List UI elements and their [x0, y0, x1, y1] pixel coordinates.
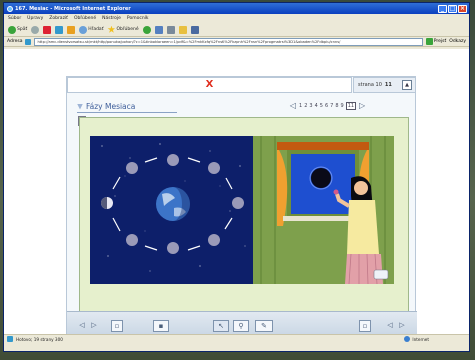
prev-page-icon[interactable]: ◁ [289, 101, 297, 111]
window-title: 167. Mesiac - Microsoft Internet Explore… [15, 5, 131, 12]
search-icon [79, 25, 88, 34]
folder-icon[interactable] [178, 25, 187, 34]
menu-bar: Súbor Úpravy Zobraziť Obľúbené Nástroje … [4, 14, 469, 23]
menu-file[interactable]: Súbor [8, 16, 21, 21]
favorites-label: Obľúbené [116, 27, 139, 32]
frame-corner [78, 116, 86, 126]
girl-window-image [253, 136, 394, 284]
lesson-heading: Fázy Mesiaca [77, 102, 135, 111]
footer-small-button[interactable]: ▫ [111, 320, 123, 332]
status-text: Hotovo; 19 strany 300 [16, 336, 63, 342]
globe-icon [404, 336, 411, 342]
menu-favorites[interactable]: Obľúbené [74, 16, 96, 21]
security-zone: Internet [404, 336, 469, 342]
close-lesson-button[interactable]: X [67, 77, 352, 93]
pen-tool-icon[interactable]: ✎ [255, 320, 273, 332]
address-label: Adresa [7, 39, 23, 44]
links-label[interactable]: Odkazy [449, 39, 466, 44]
page-link[interactable]: 7 [330, 103, 333, 109]
search-button[interactable]: Hľadať [79, 25, 104, 34]
minimize-button[interactable]: _ [438, 4, 447, 13]
title-bar: 167. Mesiac - Microsoft Internet Explore… [4, 3, 469, 14]
page-link[interactable]: 6 [325, 103, 328, 109]
page-label: strana 10 [358, 82, 382, 88]
window-controls: _ □ × [438, 4, 469, 13]
heading-arrow-icon [77, 103, 83, 110]
go-label: Prejsť [433, 39, 447, 44]
messenger-icon[interactable] [190, 25, 199, 34]
menu-edit[interactable]: Úpravy [27, 16, 43, 21]
favorites-button[interactable]: Obľúbené [107, 25, 139, 34]
footer-forward-icon[interactable]: ▷ [397, 320, 407, 332]
page-link[interactable]: 5 [320, 103, 323, 109]
toolbar: Späť Hľadať Obľúbené [4, 23, 469, 37]
mail-icon[interactable] [154, 25, 163, 34]
browser-window: 167. Mesiac - Microsoft Internet Explore… [3, 2, 470, 352]
page-indicator: strana 10 11 ▲ [353, 77, 416, 93]
zoom-tool-icon[interactable]: ⚲ [233, 320, 249, 332]
page-link[interactable]: 3 [309, 103, 312, 109]
page-link[interactable]: 1 [299, 103, 302, 109]
history-icon[interactable] [142, 25, 151, 34]
stop-icon[interactable] [43, 25, 52, 34]
ie-logo-icon [7, 5, 13, 12]
page-link[interactable]: 4 [315, 103, 318, 109]
current-page-link[interactable]: 11 [345, 102, 357, 110]
go-arrow-icon [425, 38, 433, 45]
footer-next-icon[interactable]: ▷ [89, 320, 99, 332]
back-button[interactable]: Späť [8, 25, 28, 34]
heading-underline [77, 112, 177, 113]
footer-menu-button[interactable]: ▪ [153, 320, 169, 332]
forward-arrow-icon[interactable] [31, 25, 40, 34]
lesson-title: Fázy Mesiaca [86, 102, 136, 111]
maximize-button[interactable]: □ [448, 4, 457, 13]
footer-window-button[interactable]: ▫ [359, 320, 371, 332]
address-input[interactable]: http://amc.dienstvorsatsu.sk/mkt/http/po… [34, 37, 423, 46]
zone-label: Internet [412, 336, 429, 342]
page-navigator: ◁ 1 2 3 4 5 6 7 8 9 11 ▷ [289, 99, 411, 113]
page-number: 11 [384, 82, 392, 88]
page-icon [25, 38, 32, 45]
go-button[interactable]: Prejsť [425, 38, 447, 45]
search-label: Hľadať [88, 27, 104, 32]
menu-view[interactable]: Zobraziť [49, 16, 68, 21]
star-icon [107, 25, 116, 33]
footer-back-icon[interactable]: ◁ [385, 320, 395, 332]
scroll-up-button[interactable]: ▲ [402, 80, 412, 90]
next-page-icon[interactable]: ▷ [358, 101, 366, 111]
home-icon[interactable] [67, 25, 76, 34]
refresh-icon[interactable] [55, 25, 64, 34]
back-label: Späť [17, 27, 28, 32]
page-content: X strana 10 11 ▲ Fázy Mesiaca ◁ 1 2 3 4 … [4, 49, 469, 343]
status-bar: Hotovo; 19 strany 300 Internet [4, 334, 469, 343]
print-icon[interactable] [166, 25, 175, 34]
page-link[interactable]: 8 [335, 103, 338, 109]
menu-help[interactable]: Pomocník [127, 16, 149, 21]
close-button[interactable]: × [458, 4, 467, 13]
moon-phases-illustration [90, 136, 394, 284]
status-page-icon [7, 336, 13, 342]
menu-tools[interactable]: Nástroje [102, 16, 121, 21]
page-link[interactable]: 2 [304, 103, 307, 109]
pointer-tool-icon[interactable]: ↖ [213, 320, 229, 332]
moon-orbit-image [90, 136, 253, 284]
illustration-frame [78, 116, 409, 317]
address-bar: Adresa http://amc.dienstvorsatsu.sk/mkt/… [4, 37, 469, 47]
page-link[interactable]: 9 [341, 103, 344, 109]
back-arrow-icon [8, 25, 16, 34]
lesson-panel: X strana 10 11 ▲ Fázy Mesiaca ◁ 1 2 3 4 … [66, 76, 417, 343]
footer-prev-icon[interactable]: ◁ [77, 320, 87, 332]
